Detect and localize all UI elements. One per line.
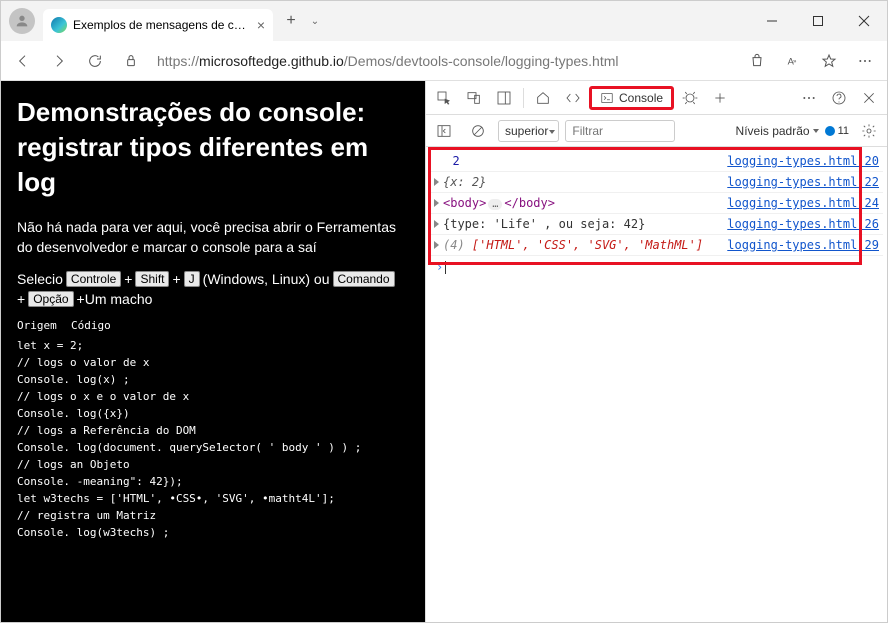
back-button[interactable] [7, 45, 39, 77]
issue-dot-icon [825, 126, 835, 136]
source-link[interactable]: logging-types.html:24 [727, 196, 879, 210]
titlebar: Exemplos de mensagens de console: log × … [1, 1, 887, 41]
toggle-sidebar-button[interactable] [430, 117, 458, 145]
url-host: microsoftedge.github.io [199, 53, 344, 69]
code-line: // logs o valor de x [17, 354, 409, 371]
issues-tab[interactable] [676, 84, 704, 112]
devtools-close-button[interactable] [855, 84, 883, 112]
code-line: Console. log(document. querySe1ector( ' … [17, 439, 409, 456]
log-levels-selector[interactable]: Níveis padrão [736, 124, 819, 138]
code-line: Console. log({x}) [17, 405, 409, 422]
kbd-opt: Opção [28, 291, 73, 307]
new-tab-button[interactable]: + [277, 7, 305, 35]
profile-avatar[interactable] [9, 8, 35, 34]
console-output: 2logging-types.html:20{x: 2}logging-type… [426, 147, 887, 622]
shortcut-row-2: +Opção+Um macho [17, 291, 409, 307]
console-tab[interactable]: Console [589, 86, 674, 110]
source-link[interactable]: logging-types.html:29 [727, 238, 879, 252]
code-line: Console. -meaning": 42}); [17, 473, 409, 490]
refresh-button[interactable] [79, 45, 111, 77]
console-filter-bar: superior Níveis padrão 11 [426, 115, 887, 147]
inspect-element-button[interactable] [430, 84, 458, 112]
clear-console-button[interactable] [464, 117, 492, 145]
window-minimize-button[interactable] [749, 1, 795, 41]
console-log-line[interactable]: {type: 'Life' , ou seja: 42}logging-type… [430, 214, 883, 235]
window-maximize-button[interactable] [795, 1, 841, 41]
source-link[interactable]: logging-types.html:20 [727, 154, 879, 168]
devtools-panel: Console superior Níveis padrão 11 2loggi… [425, 81, 887, 622]
edge-icon [51, 17, 67, 33]
kbd-shift: Shift [135, 271, 169, 287]
devtools-help-button[interactable] [825, 84, 853, 112]
expand-icon[interactable] [434, 220, 439, 228]
page-intro: Não há nada para ver aqui, você precisa … [17, 218, 409, 257]
context-selector[interactable]: superior [498, 120, 559, 142]
console-log-line[interactable]: {x: 2}logging-types.html:22 [430, 172, 883, 193]
expand-icon[interactable] [434, 178, 439, 186]
url-scheme: https:// [157, 53, 199, 69]
tab-overflow-button[interactable]: ⌄ [305, 16, 325, 27]
shopping-button[interactable] [741, 45, 773, 77]
filter-input[interactable] [565, 120, 675, 142]
site-info-button[interactable] [115, 45, 147, 77]
page-title: Demonstrações do console: registrar tipo… [17, 95, 409, 200]
code-line: Console. log(x) ; [17, 371, 409, 388]
expand-icon[interactable] [434, 241, 439, 249]
kbd-ctrl: Controle [66, 271, 121, 287]
source-link[interactable]: logging-types.html:26 [727, 217, 879, 231]
code-line: // logs a Referência do DOM [17, 422, 409, 439]
shortcut-row-1: Selecio Controle+ Shift+ J (Windows, Lin… [17, 271, 409, 287]
console-log-line[interactable]: <body>…</body>logging-types.html:24 [430, 193, 883, 214]
code-line: Console. log(w3techs) ; [17, 524, 409, 541]
issues-counter[interactable]: 11 [825, 125, 849, 137]
elements-tab[interactable] [559, 84, 587, 112]
tab-title: Exemplos de mensagens de console: log [73, 18, 251, 32]
device-emulation-button[interactable] [460, 84, 488, 112]
source-link[interactable]: logging-types.html:22 [727, 175, 879, 189]
kbd-cmd: Comando [333, 271, 395, 287]
code-block: OrigemCódigo let x = 2;// logs o valor d… [17, 317, 409, 541]
read-aloud-button[interactable]: A» [777, 45, 809, 77]
console-log-line[interactable]: (4) ['HTML', 'CSS', 'SVG', 'MathML']logg… [430, 235, 883, 256]
expand-icon[interactable] [434, 199, 439, 207]
toolbar: https://microsoftedge.github.io/Demos/de… [1, 41, 887, 81]
favorite-button[interactable] [813, 45, 845, 77]
close-icon[interactable]: × [257, 17, 265, 33]
console-prompt[interactable]: › [430, 256, 883, 278]
code-line: // logs an Objeto [17, 456, 409, 473]
kbd-j: J [184, 271, 200, 287]
page-content: Demonstrações do console: registrar tipo… [1, 81, 425, 622]
browser-tab[interactable]: Exemplos de mensagens de console: log × [43, 9, 273, 41]
forward-button[interactable] [43, 45, 75, 77]
menu-button[interactable] [849, 45, 881, 77]
more-tabs-button[interactable] [706, 84, 734, 112]
url-path: /Demos/devtools-console/logging-types.ht… [344, 53, 619, 69]
welcome-tab[interactable] [529, 84, 557, 112]
svg-text:»: » [793, 59, 797, 65]
devtools-toolbar: Console [426, 81, 887, 115]
window-close-button[interactable] [841, 1, 887, 41]
console-settings-button[interactable] [855, 117, 883, 145]
console-log-line[interactable]: 2logging-types.html:20 [430, 151, 883, 172]
dock-side-button[interactable] [490, 84, 518, 112]
code-line: // registra um Matriz [17, 507, 409, 524]
code-line: let w3techs = ['HTML', •CSS•, 'SVG', •ma… [17, 490, 409, 507]
code-line: // logs o x e o valor de x [17, 388, 409, 405]
code-line: let x = 2; [17, 337, 409, 354]
devtools-more-button[interactable] [795, 84, 823, 112]
address-bar[interactable]: https://microsoftedge.github.io/Demos/de… [151, 53, 737, 69]
